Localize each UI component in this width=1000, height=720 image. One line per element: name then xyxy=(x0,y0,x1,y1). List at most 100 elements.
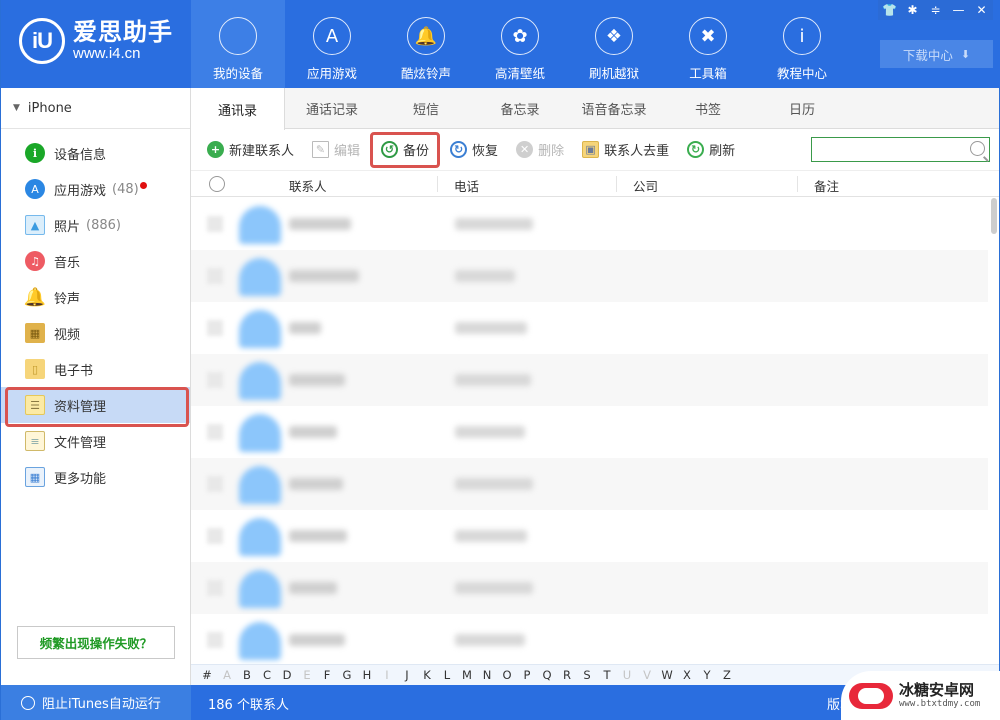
music-icon: ♫ xyxy=(25,251,45,271)
column-notes[interactable]: 备注 xyxy=(814,176,839,195)
alpha-index-letter[interactable]: C xyxy=(257,668,277,682)
alpha-index-letter[interactable]: M xyxy=(457,668,477,682)
sidebar-item-3[interactable]: ♫ 音乐 xyxy=(1,243,190,279)
alpha-index-letter[interactable]: V xyxy=(637,668,657,682)
nav-item-1[interactable]: A 应用游戏 xyxy=(285,0,379,88)
row-checkbox[interactable] xyxy=(207,268,223,284)
row-checkbox[interactable] xyxy=(207,528,223,544)
minimize-icon[interactable]: — xyxy=(947,0,970,20)
alpha-index-letter[interactable]: Y xyxy=(697,668,717,682)
column-phone[interactable]: 电话 xyxy=(454,176,479,195)
row-checkbox[interactable] xyxy=(207,580,223,596)
sidebar-item-1[interactable]: A 应用游戏 (48) xyxy=(1,171,190,207)
backup-button[interactable]: ↺ 备份 xyxy=(370,131,441,168)
close-icon[interactable]: ✕ xyxy=(970,0,993,20)
alpha-index-letter[interactable]: B xyxy=(237,668,257,682)
row-checkbox[interactable] xyxy=(207,424,223,440)
alpha-index-letter[interactable]: Q xyxy=(537,668,557,682)
alpha-index-letter[interactable]: P xyxy=(517,668,537,682)
settings-icon[interactable]: ✱ xyxy=(901,0,924,20)
alpha-index-letter[interactable]: Z xyxy=(717,668,737,682)
data-management-icon: ☰ xyxy=(25,395,45,415)
alpha-index-letter[interactable]: # xyxy=(197,668,217,682)
alpha-index-letter[interactable]: K xyxy=(417,668,437,682)
contact-row[interactable] xyxy=(191,614,988,664)
tab-5[interactable]: 书签 xyxy=(661,88,755,129)
search-input[interactable] xyxy=(812,138,962,161)
contact-row[interactable] xyxy=(191,198,988,250)
alpha-index-letter[interactable]: D xyxy=(277,668,297,682)
sidebar-item-9[interactable]: ▦ 更多功能 xyxy=(1,459,190,495)
nav-item-0[interactable]: 我的设备 xyxy=(191,0,285,88)
avatar xyxy=(239,518,281,556)
sidebar-item-5[interactable]: ▦ 视频 xyxy=(1,315,190,351)
alpha-index-letter[interactable]: J xyxy=(397,668,417,682)
column-contact[interactable]: 联系人 xyxy=(289,176,327,195)
alpha-index-letter[interactable]: G xyxy=(337,668,357,682)
watermark: 冰糖安卓网 www.btxtdmy.com xyxy=(841,671,1000,720)
vertical-scrollbar[interactable] xyxy=(991,198,997,664)
alpha-index-letter[interactable]: E xyxy=(297,668,317,682)
alpha-index-letter[interactable]: T xyxy=(597,668,617,682)
alpha-index-letter[interactable]: W xyxy=(657,668,677,682)
restore-button[interactable]: ↻ 恢复 xyxy=(450,135,498,165)
tab-6[interactable]: 日历 xyxy=(755,88,849,129)
skin-icon[interactable]: 👕 xyxy=(878,0,901,20)
sidebar-item-4[interactable]: 🔔 铃声 xyxy=(1,279,190,315)
tab-1[interactable]: 通话记录 xyxy=(285,88,379,129)
contact-row[interactable] xyxy=(191,406,988,458)
new-contact-button[interactable]: + 新建联系人 xyxy=(207,135,294,165)
row-checkbox[interactable] xyxy=(207,216,223,232)
row-checkbox[interactable] xyxy=(207,632,223,648)
download-center-button[interactable]: 下载中心 ⬇ xyxy=(880,40,993,68)
row-checkbox[interactable] xyxy=(207,372,223,388)
contact-row[interactable] xyxy=(191,302,988,354)
alpha-index-letter[interactable]: A xyxy=(217,668,237,682)
alpha-index-letter[interactable]: X xyxy=(677,668,697,682)
sidebar-item-6[interactable]: ▯ 电子书 xyxy=(1,351,190,387)
tab-0[interactable]: 通讯录 xyxy=(191,88,285,130)
alpha-index-letter[interactable]: H xyxy=(357,668,377,682)
block-itunes-toggle[interactable]: 阻止iTunes自动运行 xyxy=(1,685,191,720)
nav-label: 应用游戏 xyxy=(306,66,357,81)
nav-item-3[interactable]: ✿ 高清壁纸 xyxy=(473,0,567,88)
nav-item-2[interactable]: 🔔 酷炫铃声 xyxy=(379,0,473,88)
nav-item-4[interactable]: ❖ 刷机越狱 xyxy=(567,0,661,88)
sidebar-item-8[interactable]: ≡ 文件管理 xyxy=(1,423,190,459)
menu-icon[interactable]: ≑ xyxy=(924,0,947,20)
contact-row[interactable] xyxy=(191,250,988,302)
nav-item-6[interactable]: i 教程中心 xyxy=(755,0,849,88)
dedupe-button[interactable]: ▣ 联系人去重 xyxy=(582,135,669,165)
alpha-index-letter[interactable]: F xyxy=(317,668,337,682)
contact-row[interactable] xyxy=(191,354,988,406)
alpha-index-letter[interactable]: I xyxy=(377,668,397,682)
tab-2[interactable]: 短信 xyxy=(379,88,473,129)
contact-row[interactable] xyxy=(191,562,988,614)
alpha-index-letter[interactable]: N xyxy=(477,668,497,682)
contact-row[interactable] xyxy=(191,510,988,562)
device-selector[interactable]: ▼ iPhone xyxy=(1,88,190,129)
frequent-failure-help-button[interactable]: 频繁出现操作失败？ xyxy=(17,626,175,659)
column-company[interactable]: 公司 xyxy=(633,176,658,195)
delete-button[interactable]: ✕ 删除 xyxy=(516,135,564,165)
sidebar-item-7[interactable]: ☰ 资料管理 xyxy=(1,387,190,427)
select-all-checkbox[interactable] xyxy=(209,176,225,192)
edit-button[interactable]: ✎ 编辑 xyxy=(312,135,360,165)
row-checkbox[interactable] xyxy=(207,320,223,336)
tab-4[interactable]: 语音备忘录 xyxy=(567,88,661,129)
sidebar-item-label: 文件管理 xyxy=(54,435,107,451)
alpha-index-letter[interactable]: O xyxy=(497,668,517,682)
scroll-thumb[interactable] xyxy=(991,198,997,234)
alpha-index-letter[interactable]: U xyxy=(617,668,637,682)
search-icon[interactable] xyxy=(970,141,985,156)
contact-row[interactable] xyxy=(191,458,988,510)
row-checkbox[interactable] xyxy=(207,476,223,492)
alpha-index-letter[interactable]: S xyxy=(577,668,597,682)
tab-3[interactable]: 备忘录 xyxy=(473,88,567,129)
nav-item-5[interactable]: ✖ 工具箱 xyxy=(661,0,755,88)
refresh-button[interactable]: ↻ 刷新 xyxy=(687,135,735,165)
alpha-index-letter[interactable]: L xyxy=(437,668,457,682)
sidebar-item-0[interactable]: i 设备信息 xyxy=(1,135,190,171)
alpha-index-letter[interactable]: R xyxy=(557,668,577,682)
sidebar-item-2[interactable]: ▲ 照片 (886) xyxy=(1,207,190,243)
